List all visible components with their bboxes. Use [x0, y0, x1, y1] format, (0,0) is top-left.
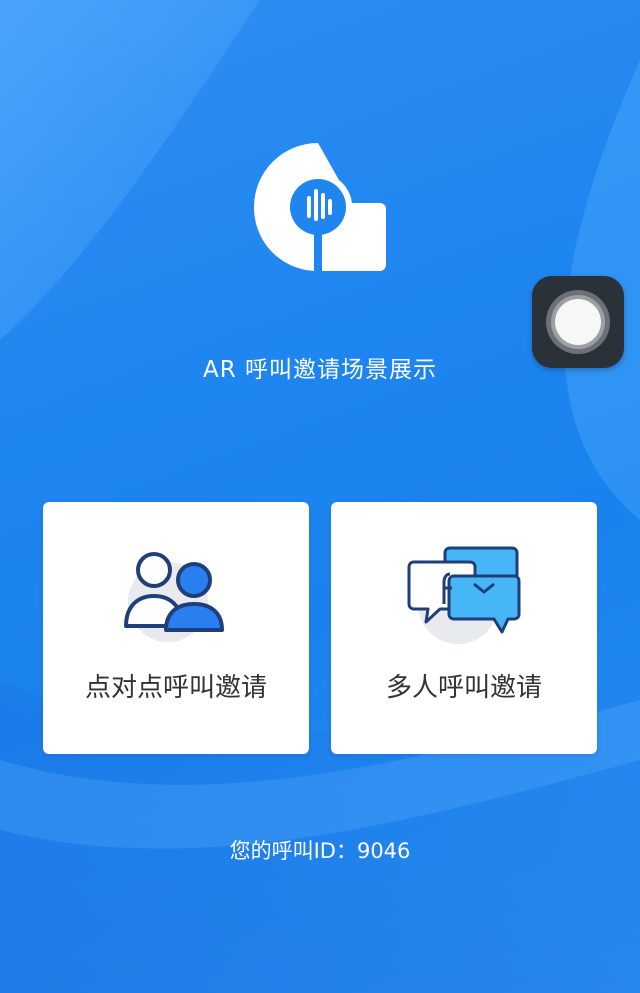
two-users-icon [116, 544, 236, 644]
assistive-touch-button[interactable] [532, 276, 624, 368]
multi-person-call-label: 多人呼叫邀请 [385, 673, 542, 703]
point-to-point-call-label: 点对点呼叫邀请 [84, 673, 267, 703]
app-logo [254, 143, 386, 271]
multi-person-call-button[interactable]: 多人呼叫邀请 [331, 502, 597, 754]
chat-bubbles-icon [404, 544, 524, 644]
point-to-point-call-button[interactable]: 点对点呼叫邀请 [43, 502, 309, 754]
caller-id-text: 您的呼叫ID：9046 [229, 839, 411, 863]
assistive-touch-ring-inner [555, 299, 601, 345]
